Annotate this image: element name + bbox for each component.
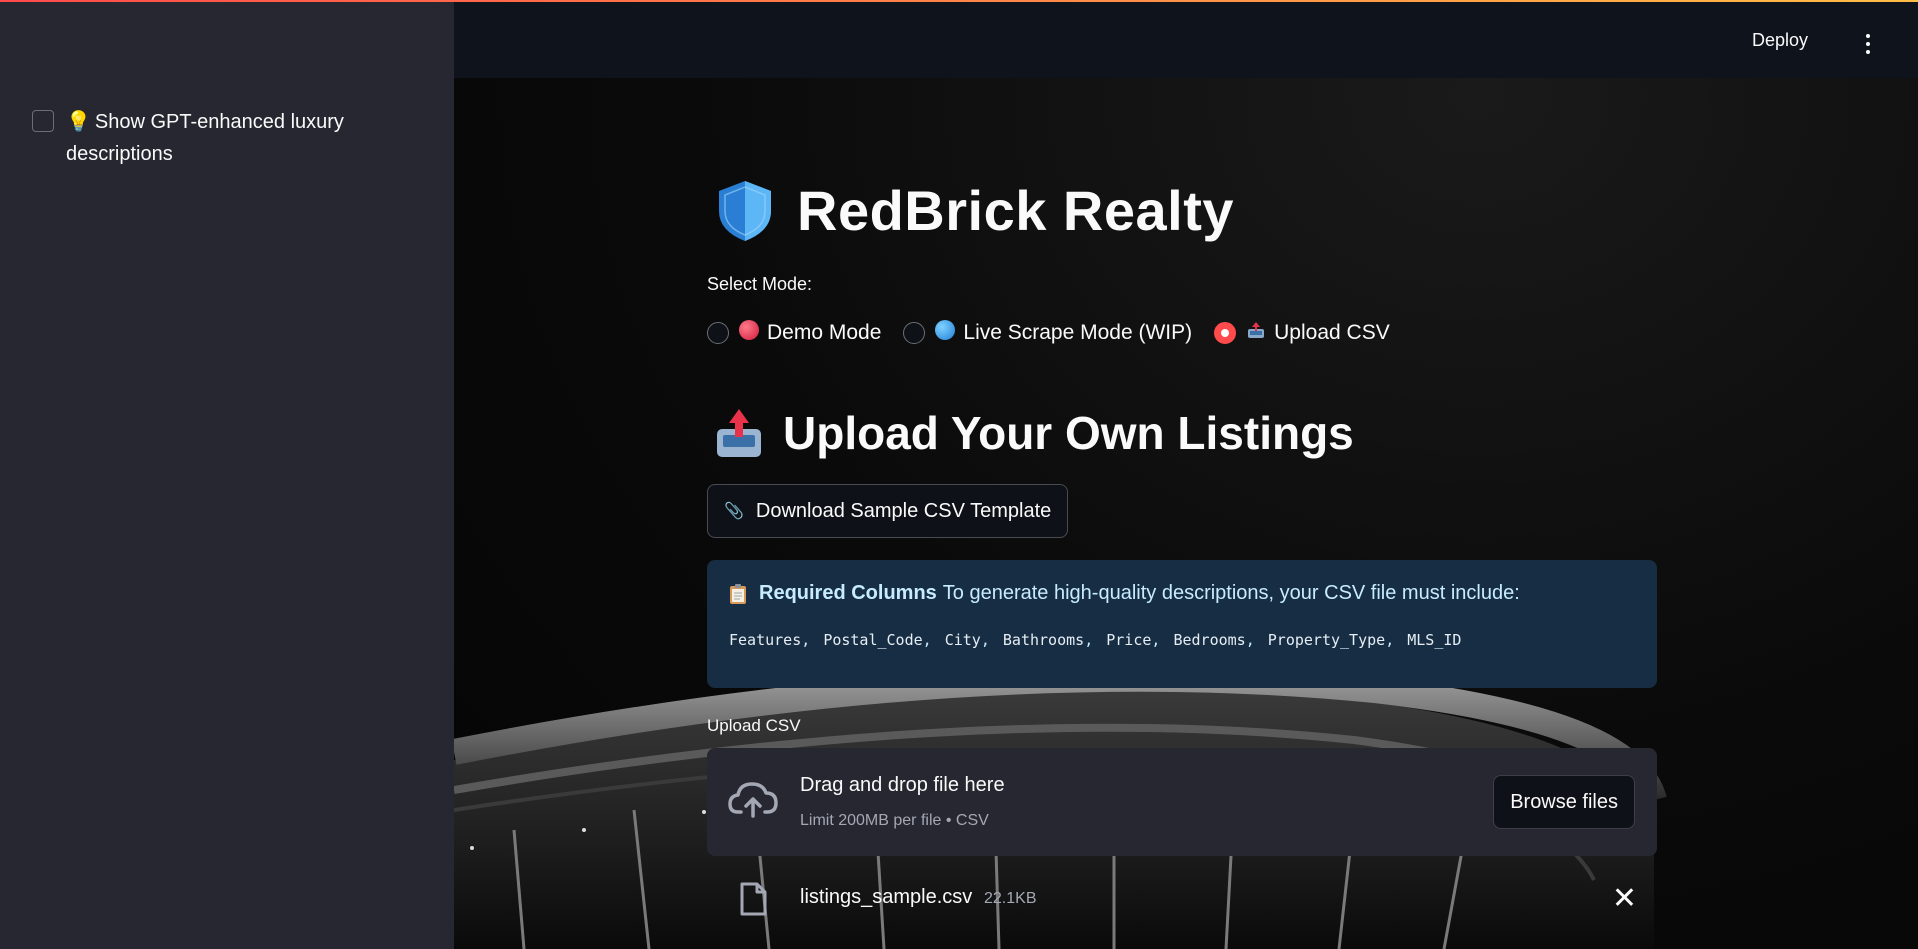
column-code: MLS_ID [1407,631,1462,649]
info-strong-text: Required Columns [759,582,937,604]
download-button-label: Download Sample CSV Template [755,499,1052,522]
info-text: To generate high-quality descriptions, y… [942,582,1520,604]
column-code: Price [1106,631,1152,649]
dropzone-subtitle: Limit 200MB per file • CSV [800,812,989,829]
shield-icon [719,180,771,241]
column-code: City [944,631,981,649]
column-code: Bedrooms [1173,631,1246,649]
radio-button[interactable] [903,322,926,344]
download-sample-csv-button[interactable]: 📎 Download Sample CSV Template [707,484,1069,538]
section-title: Upload Your Own Listings [783,407,1354,459]
column-code: Bathrooms [1002,631,1085,649]
top-accent-bar [0,0,1918,2]
upload-csv-label: Upload CSV [707,716,801,735]
file-icon [740,882,767,916]
section-header-row: Upload Your Own Listings [707,406,1354,460]
deploy-button[interactable]: Deploy [1752,30,1808,51]
sidebar: 💡 Show GPT-enhanced luxury descriptions [0,0,454,949]
mode-option-live-scrape[interactable]: Live Scrape Mode (WIP) [903,320,1192,346]
mode-option-label: Demo Mode [767,321,882,344]
radio-button[interactable] [707,322,729,344]
kebab-menu-icon[interactable] [1858,34,1878,58]
required-columns-list: Features, Postal_Code, City, Bathrooms, … [729,631,1462,649]
main-area: Deploy RedBrick Realty Select Mode: Demo… [454,0,1918,949]
dropzone-title: Drag and drop file here [800,774,1005,796]
outbox-tray-icon [717,409,761,457]
paperclip-icon: 📎 [724,503,744,520]
outbox-tray-icon [1246,320,1266,346]
close-icon[interactable]: ✕ [1612,882,1637,916]
required-columns-info-box: Required Columns To generate high-qualit… [707,560,1657,688]
cloud-upload-icon [728,782,778,818]
select-mode-label: Select Mode: [707,274,813,294]
column-code: Postal_Code [823,631,923,649]
mode-option-demo[interactable]: Demo Mode [707,320,881,346]
browse-files-button[interactable]: Browse files [1493,775,1635,829]
gpt-enhanced-checkbox-row[interactable]: 💡 Show GPT-enhanced luxury descriptions [32,106,412,170]
mode-option-upload-csv[interactable]: Upload CSV [1214,320,1390,346]
info-line: Required Columns To generate high-qualit… [729,582,1635,605]
uploaded-file-row: listings_sample.csv 22.1KB ✕ [707,878,1657,922]
file-dropzone[interactable]: Drag and drop file here Limit 200MB per … [707,748,1657,856]
red-circle-icon [739,320,759,346]
gpt-enhanced-checkbox[interactable] [32,110,54,132]
mode-option-label: Upload CSV [1274,321,1390,344]
checkbox-label-text: Show GPT-enhanced luxury descriptions [66,111,344,165]
top-header: Deploy [454,0,1918,78]
radio-button-selected[interactable] [1214,322,1237,344]
uploaded-file-name: listings_sample.csv [800,886,973,908]
title-row: RedBrick Realty [707,178,1234,243]
lightbulb-icon: 💡 [66,111,91,133]
globe-icon [935,320,956,346]
column-code: Features [729,631,802,649]
gpt-enhanced-checkbox-label[interactable]: 💡 Show GPT-enhanced luxury descriptions [66,106,412,170]
page-title: RedBrick Realty [797,179,1235,242]
mode-radio-group: Demo Mode Live Scrape Mode (WIP) Upload … [707,320,1412,346]
uploaded-file-size: 22.1KB [984,890,1037,907]
clipboard-icon [730,583,746,604]
column-code: Property_Type [1267,631,1386,649]
mode-option-label: Live Scrape Mode (WIP) [963,321,1193,344]
